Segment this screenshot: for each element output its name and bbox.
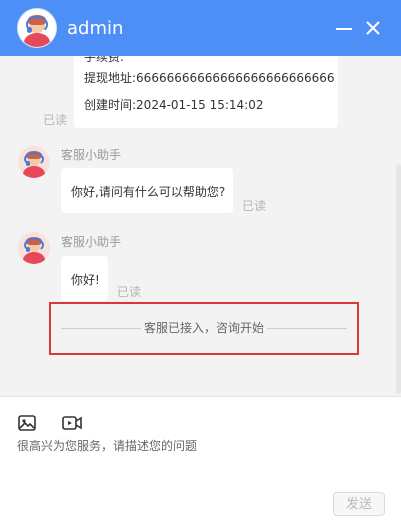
- sender-name: 客服小助手: [61, 148, 122, 162]
- close-icon: [366, 21, 380, 35]
- message-bubble: 你好,请问有什么可以帮助您?: [61, 168, 233, 213]
- withdraw-address-row: 提现地址:66666666666666666666666666: [84, 69, 335, 86]
- message-bubble: 你好!: [61, 256, 108, 301]
- scrollbar[interactable]: [396, 164, 401, 394]
- system-notice: 客服已接入，咨询开始: [49, 302, 359, 355]
- send-button[interactable]: 发送: [333, 492, 385, 516]
- message-input[interactable]: 很高兴为您服务，请描述您的问题: [17, 437, 197, 454]
- order-card: 手续费: 提现地址:66666666666666666666666666 创建时…: [74, 56, 338, 128]
- read-status: 已读: [117, 285, 142, 299]
- read-status: 已读: [43, 113, 68, 127]
- agent-avatar: [18, 232, 50, 264]
- message-list[interactable]: 手续费: 提现地址:66666666666666666666666666 创建时…: [0, 56, 401, 396]
- message-text: 你好,请问有什么可以帮助您?: [71, 185, 226, 199]
- admin-avatar: [17, 8, 57, 48]
- read-status: 已读: [242, 199, 267, 213]
- withdraw-address-label: 提现地址:: [84, 71, 137, 85]
- created-time-value: 2024-01-15 15:14:02: [136, 98, 264, 112]
- image-upload-button[interactable]: [18, 415, 38, 435]
- message-text: 你好!: [71, 273, 100, 287]
- composer: 很高兴为您服务，请描述您的问题 发送: [0, 396, 401, 525]
- sender-name: 客服小助手: [61, 235, 122, 249]
- video-icon: [62, 416, 82, 430]
- created-time-row: 创建时间:2024-01-15 15:14:02: [84, 96, 264, 113]
- image-icon: [18, 415, 36, 431]
- minimize-icon: [336, 28, 352, 30]
- order-partial-line: 手续费:: [84, 56, 125, 64]
- video-upload-button[interactable]: [62, 415, 82, 435]
- header-title: admin: [67, 17, 124, 39]
- chat-header: admin: [0, 0, 401, 56]
- system-notice-text: 客服已接入，咨询开始: [140, 321, 267, 335]
- agent-avatar: [18, 146, 50, 178]
- created-time-label: 创建时间:: [84, 98, 137, 112]
- withdraw-address-value: 66666666666666666666666666: [136, 71, 335, 85]
